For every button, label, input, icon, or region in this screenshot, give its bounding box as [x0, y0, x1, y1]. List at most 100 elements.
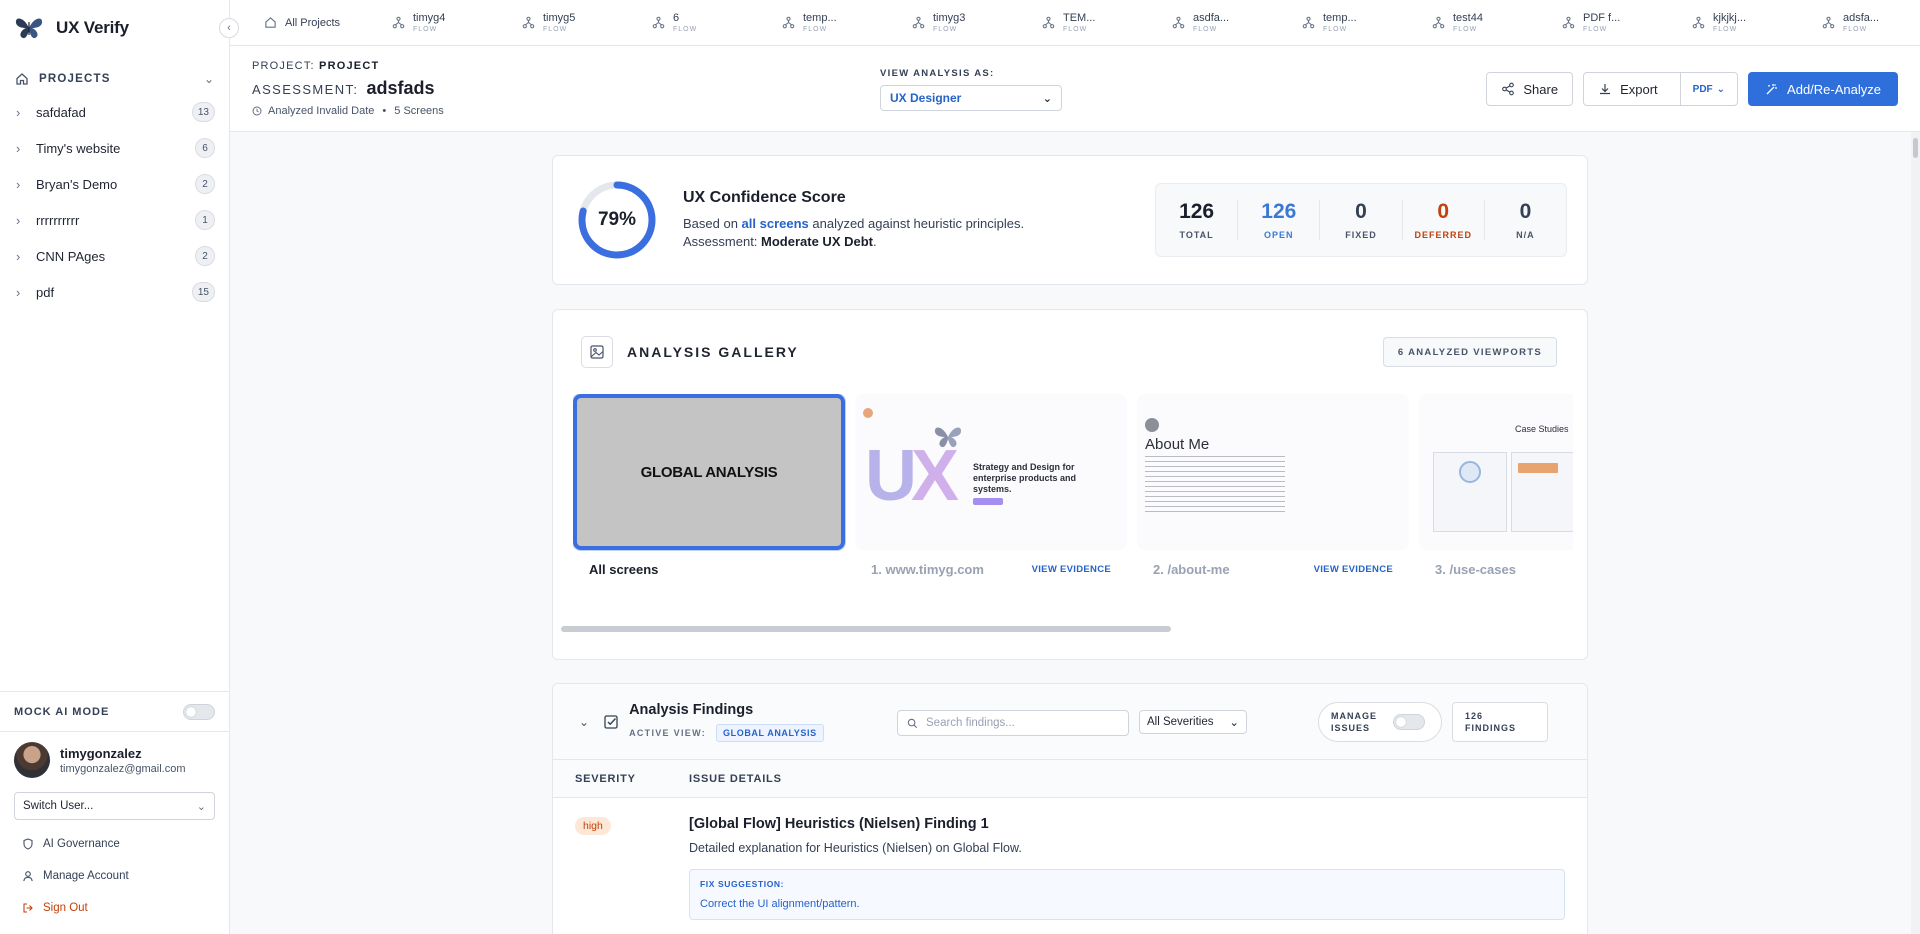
sidebar-item-project[interactable]: › pdf 15: [0, 274, 229, 310]
sidebar-item-project[interactable]: › Timy's website 6: [0, 130, 229, 166]
stat-na: 0 N/A: [1485, 200, 1566, 240]
all-screens-link[interactable]: all screens: [742, 216, 809, 231]
tab-flow[interactable]: timyg4 FLOW: [392, 12, 522, 33]
gallery-item-home[interactable]: UX Strategy and Design for enterprise pr…: [855, 394, 1127, 577]
switch-user-select[interactable]: Switch User... ⌄: [14, 792, 215, 820]
tab-flow[interactable]: temp... FLOW: [782, 12, 912, 33]
tab-text: TEM... FLOW: [1063, 12, 1095, 33]
thumbnail-caption: 1. www.timyg.com VIEW EVIDENCE: [855, 562, 1127, 577]
stat-label: OPEN: [1264, 230, 1294, 240]
tab-type: FLOW: [1583, 26, 1608, 33]
share-button[interactable]: Share: [1486, 72, 1574, 106]
manage-account-link[interactable]: Manage Account: [0, 860, 229, 892]
flow-icon: [1042, 16, 1055, 29]
gallery-item-use-cases[interactable]: Case Studies 3. /use-cases: [1419, 394, 1573, 577]
chevron-down-icon: ⌄: [1716, 83, 1726, 95]
view-as-label: VIEW ANALYSIS AS:: [880, 68, 995, 79]
flow-tab-list: timyg4 FLOW timyg5 FLOW 6 FLOW temp... FLOW timy…: [392, 12, 1920, 33]
tab-flow[interactable]: PDF f... FLOW: [1562, 12, 1692, 33]
projects-label: PROJECTS: [39, 73, 111, 85]
tab-flow[interactable]: kjkjkj... FLOW: [1692, 12, 1822, 33]
chevron-down-icon[interactable]: ⌄: [579, 715, 589, 729]
chevron-right-icon: ›: [16, 248, 21, 264]
project-count-badge: 6: [195, 138, 215, 158]
view-evidence-link[interactable]: VIEW EVIDENCE: [1314, 564, 1393, 575]
vertical-scrollbar[interactable]: [1911, 132, 1920, 934]
sidebar-item-project[interactable]: › Bryan's Demo 2: [0, 166, 229, 202]
projects-header[interactable]: PROJECTS ⌄: [0, 62, 229, 94]
tab-flow[interactable]: adsfa... FLOW: [1822, 12, 1920, 33]
tab-flow[interactable]: TEM... FLOW: [1042, 12, 1172, 33]
mock-ai-row: MOCK AI MODE: [0, 692, 229, 732]
butterfly-logo-icon: [15, 18, 43, 39]
tab-flow[interactable]: temp... FLOW: [1302, 12, 1432, 33]
tab-type: FLOW: [803, 26, 828, 33]
mock-ai-label: MOCK AI MODE: [14, 705, 110, 718]
brand[interactable]: UX Verify: [0, 0, 229, 56]
export-format-select[interactable]: PDF ⌄: [1679, 73, 1737, 105]
thumbnail-image: Case Studies: [1419, 394, 1573, 550]
tab-type: FLOW: [1713, 26, 1738, 33]
collapse-sidebar-button[interactable]: ‹: [219, 18, 239, 38]
project-value: PROJECT: [319, 60, 380, 72]
tab-label: PDF f...: [1583, 12, 1621, 24]
ux-confidence-card: 79% UX Confidence Score Based on all scr…: [552, 155, 1588, 285]
table-row[interactable]: high [Global Flow] Heuristics (Nielsen) …: [553, 798, 1587, 934]
tab-flow[interactable]: 6 FLOW: [652, 12, 782, 33]
add-reanalyze-label: Add/Re-Analyze: [1787, 81, 1881, 97]
flow-icon: [1302, 16, 1315, 29]
tab-flow[interactable]: timyg3 FLOW: [912, 12, 1042, 33]
tab-flow[interactable]: timyg5 FLOW: [522, 12, 652, 33]
sign-out-link[interactable]: Sign Out: [0, 892, 229, 924]
severity-filter-select[interactable]: All Severities ⌄: [1139, 710, 1247, 734]
export-button[interactable]: Export: [1584, 73, 1672, 105]
case-card: [1433, 452, 1507, 532]
sidebar-item-project[interactable]: › CNN PAges 2: [0, 238, 229, 274]
manage-issues-toggle[interactable]: [1393, 714, 1425, 730]
tab-flow[interactable]: asdfa... FLOW: [1172, 12, 1302, 33]
issue-details-cell: [Global Flow] Heuristics (Nielsen) Findi…: [689, 816, 1565, 920]
gallery-item-about-me[interactable]: About Me 2. /about-me VIEW EVIDENCE: [1137, 394, 1409, 577]
finding-description: Detailed explanation for Heuristics (Nie…: [689, 841, 1022, 855]
export-button-group: Export PDF ⌄: [1583, 72, 1739, 106]
home-icon: [265, 17, 276, 28]
case-card-logo-icon: [1518, 463, 1558, 473]
manage-issues-label-line: ISSUES: [1331, 723, 1371, 733]
analysis-findings: ⌄ Analysis Findings ACTIVE VIEW: GLOBAL A…: [552, 683, 1588, 934]
stat-fixed: 0 FIXED: [1320, 200, 1403, 240]
stat-total: 126 TOTAL: [1156, 200, 1239, 240]
sidebar-item-project[interactable]: › safdafad 13: [0, 94, 229, 130]
ai-governance-link[interactable]: AI Governance: [0, 828, 229, 860]
finding-title: [Global Flow] Heuristics (Nielsen) Findi…: [689, 816, 989, 832]
gallery-horizontal-scrollbar[interactable]: [561, 626, 1171, 632]
tab-label: timyg4: [413, 12, 446, 24]
gallery-item-all-screens[interactable]: GLOBAL ANALYSIS All screens: [573, 394, 845, 577]
search-findings-input[interactable]: Search findings...: [897, 710, 1129, 736]
thumbnail-name: All screens: [589, 562, 659, 577]
tab-text: temp... FLOW: [1323, 12, 1357, 33]
manage-issues-toggle-group: MANAGE ISSUES: [1318, 702, 1442, 742]
view-as-value: UX Designer: [890, 91, 962, 105]
score-text: UX Confidence Score Based on all screens…: [683, 189, 1024, 251]
chevron-down-icon: ⌄: [203, 72, 214, 86]
tab-type: FLOW: [543, 26, 568, 33]
thumbnail-heading: Strategy and Design for enterprise produ…: [973, 462, 1077, 494]
view-evidence-link[interactable]: VIEW EVIDENCE: [1032, 564, 1111, 575]
mock-ai-toggle[interactable]: [183, 703, 215, 720]
tab-flow[interactable]: test44 FLOW: [1432, 12, 1562, 33]
project-line: PROJECT: PROJECT: [252, 60, 444, 72]
project-count-badge: 2: [195, 174, 215, 194]
project-count-badge: 13: [191, 102, 215, 122]
gallery-title: ANALYSIS GALLERY: [627, 344, 799, 360]
content-area: 79% UX Confidence Score Based on all scr…: [230, 132, 1920, 934]
findings-header: ⌄ Analysis Findings ACTIVE VIEW: GLOBAL A…: [553, 684, 1587, 760]
image-icon: [581, 336, 613, 368]
chevron-right-icon: ›: [16, 284, 21, 300]
tab-all-projects[interactable]: All Projects: [264, 16, 392, 29]
add-reanalyze-button[interactable]: Add/Re-Analyze: [1748, 72, 1898, 106]
view-as-select[interactable]: UX Designer ⌄: [880, 85, 1062, 111]
scrollbar-thumb[interactable]: [1913, 138, 1918, 158]
fix-suggestion-label: FIX SUGGESTION:: [700, 879, 785, 889]
sidebar-item-project[interactable]: › rrrrrrrrrr 1: [0, 202, 229, 238]
home-icon: [16, 73, 28, 85]
